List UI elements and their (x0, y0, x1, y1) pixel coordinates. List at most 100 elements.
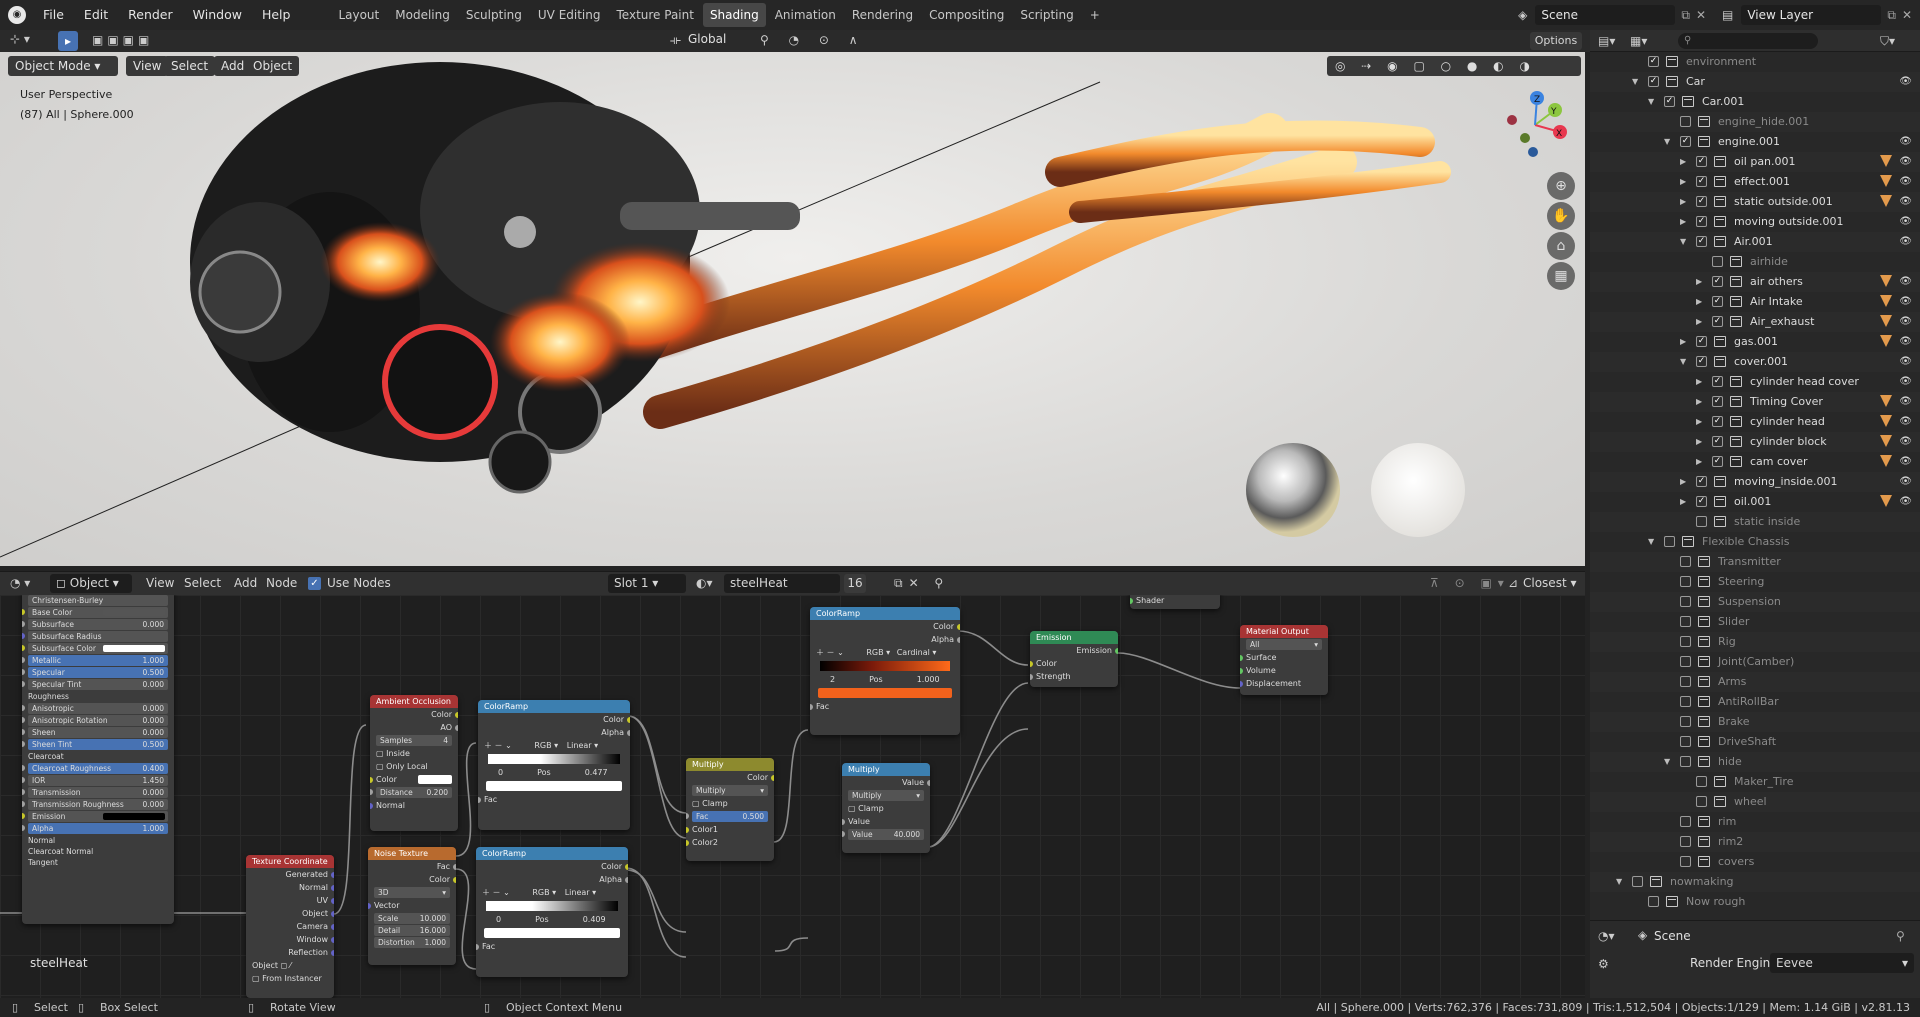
cr1-interp[interactable]: Linear (567, 741, 592, 750)
exclude-checkbox[interactable] (1680, 816, 1691, 827)
outliner-row[interactable]: ▶ ✓ cylinder head cover 👁 (1590, 372, 1920, 392)
outliner-row[interactable]: Rig (1590, 632, 1920, 652)
ortho-grid-icon[interactable]: ▦ (1547, 262, 1575, 290)
outliner-item-label[interactable]: Air.001 (1734, 232, 1773, 252)
outliner-item-label[interactable]: oil.001 (1734, 492, 1771, 512)
exclude-checkbox[interactable] (1680, 676, 1691, 687)
cr3-out-alpha[interactable]: Alpha (810, 633, 960, 646)
outliner-item-label[interactable]: Arms (1718, 672, 1746, 692)
mix-node-title[interactable]: Multiply (686, 758, 774, 771)
outliner-row[interactable]: wheel (1590, 792, 1920, 812)
outliner-item-label[interactable]: cover.001 (1734, 352, 1788, 372)
outliner-panel[interactable]: ▤▾ ▦▾ ⚲ ⛉▾ ✓ environment ▼ ✓ Car 👁 ▼ ✓ Car.001 en… (1590, 30, 1920, 920)
tab-shading[interactable]: Shading (702, 3, 766, 27)
tab-texture-paint[interactable]: Texture Paint (610, 3, 701, 27)
bsdf-input-anisotropic-rotation[interactable]: Anisotropic Rotation 0.000 (22, 715, 168, 726)
tab-animation[interactable]: Animation (768, 3, 843, 27)
outliner-item-label[interactable]: Suspension (1718, 592, 1781, 612)
ao-only-local-checkbox[interactable]: ▢ Only Local (370, 760, 458, 773)
select-mode-icons[interactable]: ▣▣▣▣ (92, 33, 153, 47)
expanded-arrow-icon[interactable]: ▼ (1632, 72, 1638, 92)
outliner-row[interactable]: Joint(Camber) (1590, 652, 1920, 672)
material-users-count[interactable]: 16 (844, 574, 866, 593)
use-nodes-checkbox[interactable]: ✓ (308, 577, 321, 590)
collapsed-arrow-icon[interactable]: ▶ (1680, 332, 1686, 352)
cr3-controls[interactable]: ＋ － ⌄ RGB ▾ Cardinal ▾ (810, 646, 960, 659)
noise-texture-node[interactable]: Noise Texture Fac Color 3D ▾ Vector Scale… (368, 847, 456, 965)
collapsed-arrow-icon[interactable]: ▶ (1696, 452, 1702, 472)
outliner-row[interactable]: covers (1590, 852, 1920, 872)
bsdf-input-subsurface[interactable]: Subsurface 0.000 (22, 619, 168, 630)
outliner-row[interactable]: ▶ ✓ Air_exhaust 👁 (1590, 312, 1920, 332)
outliner-item-label[interactable]: Joint(Camber) (1718, 652, 1794, 672)
bsdf-input-alpha[interactable]: Alpha 1.000 (22, 823, 168, 834)
outliner-item-label[interactable]: cylinder head (1750, 412, 1825, 432)
bsdf-input-clearcoat[interactable]: Clearcoat (22, 751, 174, 762)
exclude-checkbox[interactable]: ✓ (1712, 416, 1723, 427)
exclude-checkbox[interactable]: ✓ (1712, 316, 1723, 327)
delete-view-layer-icon[interactable]: ✕ (1902, 8, 1912, 22)
outliner-item-label[interactable]: Brake (1718, 712, 1750, 732)
object-mode-select[interactable]: Object Mode ▾ (8, 56, 118, 76)
outliner-item-label[interactable]: air others (1750, 272, 1803, 292)
zoom-icon[interactable]: ⊕ (1547, 172, 1575, 200)
expanded-arrow-icon[interactable]: ▼ (1680, 352, 1686, 372)
pin-icon[interactable]: ⚲ (1896, 929, 1905, 943)
outliner-row[interactable]: ▶ ✓ cylinder block 👁 (1590, 432, 1920, 452)
texcoord-out-reflection[interactable]: Reflection (246, 946, 334, 959)
expanded-arrow-icon[interactable]: ▼ (1616, 872, 1622, 892)
noise-out-fac[interactable]: Fac (368, 860, 456, 873)
outliner-row[interactable]: Transmitter (1590, 552, 1920, 572)
multiply-mix-node[interactable]: Multiply Color Multiply ▾ ▢ Clamp Fac 0.50… (686, 758, 774, 861)
cr1-stop-row[interactable]: 0 Pos 0.477 (478, 766, 630, 779)
scene-selector[interactable]: Scene (1535, 5, 1676, 25)
node-editor-canvas[interactable]: Christensen-Burley Base Color Subsurface 0… (0, 595, 1585, 998)
tab-uv-editing[interactable]: UV Editing (531, 3, 608, 27)
cr2-gradient[interactable] (486, 901, 618, 911)
ao-in-normal[interactable]: Normal (370, 799, 458, 812)
bsdf-input-clearcoat-normal[interactable]: Clearcoat Normal (22, 846, 174, 857)
exclude-checkbox[interactable]: ✓ (1696, 496, 1707, 507)
emission-color-swatch[interactable] (103, 813, 165, 820)
outliner-item-label[interactable]: Car.001 (1702, 92, 1744, 112)
texcoord-object-field[interactable]: Object ◻ ⁄ (246, 959, 334, 972)
exclude-checkbox[interactable]: ✓ (1712, 436, 1723, 447)
outliner-item-label[interactable]: Car (1686, 72, 1705, 92)
expanded-arrow-icon[interactable]: ▼ (1664, 752, 1670, 772)
color-ramp-2-title[interactable]: ColorRamp (476, 847, 628, 860)
noise-scale-field[interactable]: Scale 10.000 (374, 913, 450, 924)
texcoord-out-object[interactable]: Object (246, 907, 334, 920)
visibility-eye-icon[interactable]: 👁 (1899, 492, 1912, 512)
shader-in[interactable]: Shader (1130, 595, 1220, 607)
noise-out-color[interactable]: Color (368, 873, 456, 886)
bsdf-input-ior[interactable]: IOR 1.450 (22, 775, 168, 786)
options-dropdown[interactable]: Options (1530, 32, 1582, 50)
collapsed-arrow-icon[interactable]: ▶ (1696, 312, 1702, 332)
outliner-row[interactable]: ▼ Flexible Chassis (1590, 532, 1920, 552)
ao-out-color[interactable]: Color (370, 708, 458, 721)
node-menu-select[interactable]: Select (184, 576, 221, 590)
outliner-row[interactable]: Maker_Tire (1590, 772, 1920, 792)
node-menu-node[interactable]: Node (266, 576, 297, 590)
cr3-stop-color[interactable] (818, 688, 952, 698)
texcoord-out-normal[interactable]: Normal (246, 881, 334, 894)
outliner-item-label[interactable]: moving_inside.001 (1734, 472, 1838, 492)
exclude-checkbox[interactable] (1680, 616, 1691, 627)
outliner-row[interactable]: ▶ ✓ oil.001 👁 (1590, 492, 1920, 512)
outliner-row[interactable]: AntiRollBar (1590, 692, 1920, 712)
outliner-row[interactable]: static inside (1590, 512, 1920, 532)
outliner-item-label[interactable]: Maker_Tire (1734, 772, 1794, 792)
collapsed-arrow-icon[interactable]: ▶ (1680, 172, 1686, 192)
outliner-row[interactable]: Suspension (1590, 592, 1920, 612)
outliner-row[interactable]: ▶ ✓ Timing Cover 👁 (1590, 392, 1920, 412)
snap-proportional-icons[interactable]: ⚲ ◔ ⊙ ∧ (760, 33, 866, 47)
noise-detail-field[interactable]: Detail 16.000 (374, 925, 450, 936)
exclude-checkbox[interactable] (1680, 836, 1691, 847)
cr1-in-fac[interactable]: Fac (478, 793, 630, 806)
ao-samples-field[interactable]: Samples 4 (376, 735, 452, 746)
cr2-in-fac[interactable]: Fac (476, 940, 628, 953)
visibility-eye-icon[interactable]: 👁 (1899, 312, 1912, 332)
exclude-checkbox[interactable]: ✓ (1712, 456, 1723, 467)
pan-hand-icon[interactable]: ✋ (1547, 202, 1575, 230)
node-menu-view[interactable]: View (146, 576, 174, 590)
